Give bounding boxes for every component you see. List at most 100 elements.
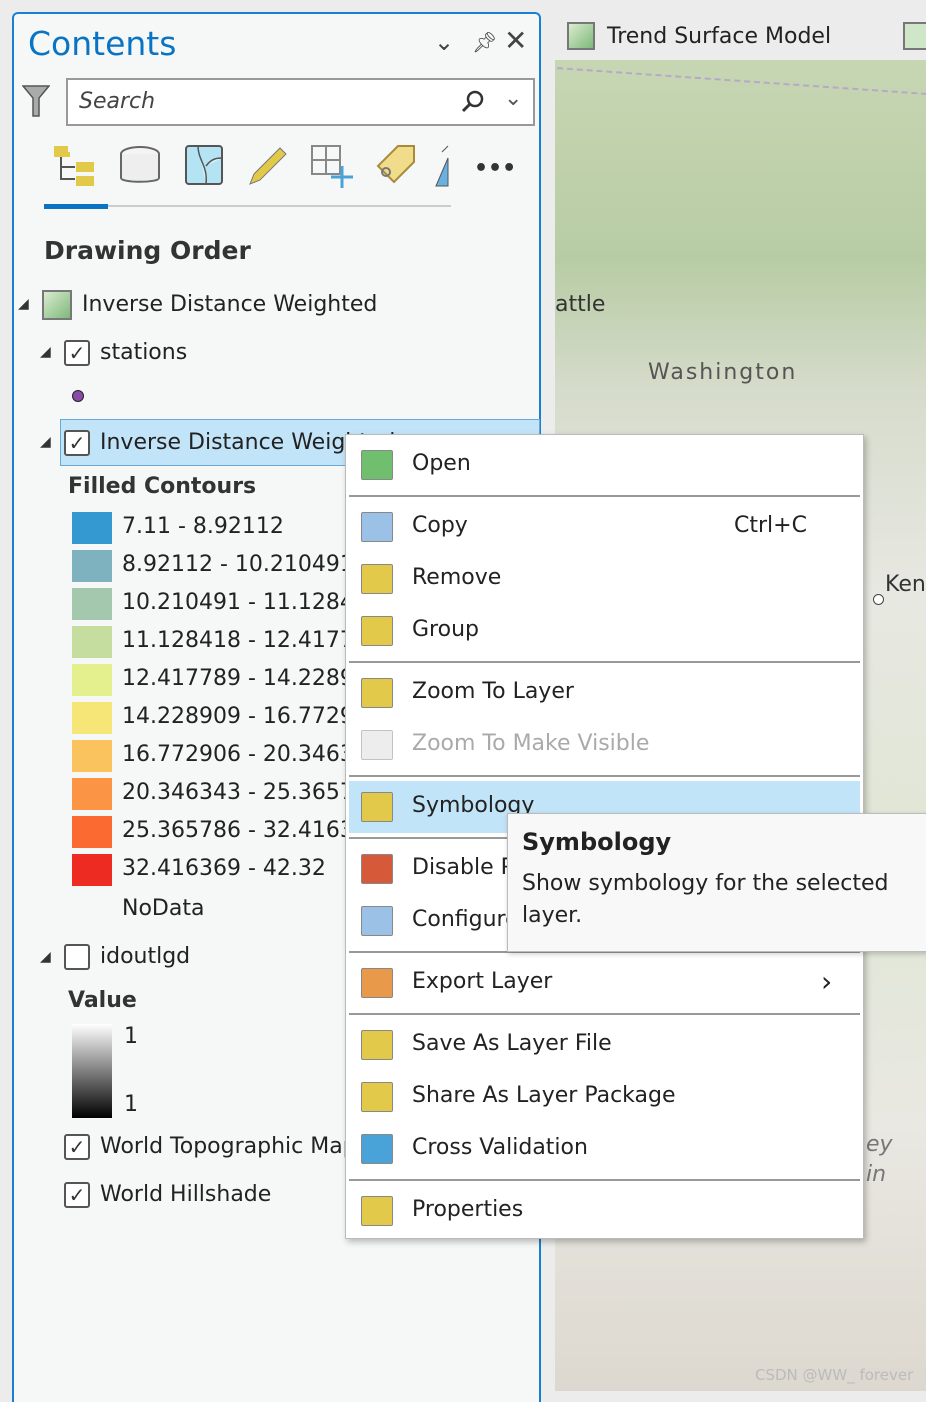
collapse-icon[interactable]: ◢: [40, 949, 51, 965]
value-high: 1: [124, 1024, 138, 1049]
menu-item-label: Zoom To Layer: [412, 679, 574, 704]
legend-swatch: [72, 512, 112, 544]
share-package-icon: [361, 1082, 393, 1112]
legend-swatch: [72, 816, 112, 848]
list-by-perspective-icon[interactable]: [434, 144, 450, 188]
menu-separator: [349, 775, 860, 777]
menu-item-group[interactable]: Group: [349, 605, 860, 657]
legend-label: 14.228909 - 16.772906: [122, 704, 382, 729]
chevron-down-icon[interactable]: ⌄: [434, 28, 454, 56]
disable-popups-icon: [361, 854, 393, 884]
value-low: 1: [124, 1092, 138, 1117]
layer-name-idoutlgd[interactable]: idoutlgd: [100, 944, 190, 969]
topo-checkbox[interactable]: ✓: [64, 1134, 90, 1160]
list-by-labeling-icon[interactable]: [374, 144, 416, 188]
menu-item-label: Zoom To Make Visible: [412, 731, 650, 756]
list-by-snapping-icon[interactable]: [310, 144, 353, 188]
map-tab-label: Trend Surface Model: [607, 24, 832, 49]
tooltip-title: Symbology: [522, 828, 672, 856]
boundary-line: [553, 67, 926, 143]
menu-item-save-as-layer-file[interactable]: Save As Layer File: [349, 1019, 860, 1071]
legend-label: 8.92112 - 10.210491: [122, 552, 354, 577]
hillshade-checkbox[interactable]: ✓: [64, 1182, 90, 1208]
map-icon: [42, 290, 72, 320]
legend-label: 32.416369 - 42.32: [122, 856, 326, 881]
zoom-visible-icon: [361, 730, 393, 760]
search-icon[interactable]: [460, 89, 486, 115]
menu-item-zoom-to-layer[interactable]: Zoom To Layer: [349, 667, 860, 719]
list-by-selection-icon[interactable]: [184, 144, 226, 188]
layer-name-map[interactable]: Inverse Distance Weighted: [82, 292, 377, 317]
close-icon[interactable]: ✕: [504, 24, 527, 57]
layer-name-stations[interactable]: stations: [100, 340, 187, 365]
legend-label: 12.417789 - 14.228909: [122, 666, 382, 691]
menu-separator: [349, 661, 860, 663]
legend-swatch: [72, 588, 112, 620]
menu-separator: [349, 1013, 860, 1015]
stations-checkbox[interactable]: ✓: [64, 340, 90, 366]
map-label: in: [866, 1162, 887, 1187]
menu-separator: [349, 1179, 860, 1181]
list-by-editing-icon[interactable]: [246, 144, 288, 188]
more-icon[interactable]: •••: [474, 156, 516, 181]
menu-item-properties[interactable]: Properties: [349, 1185, 860, 1237]
section-heading: Drawing Order: [44, 236, 251, 265]
group-icon: [361, 616, 393, 646]
menu-item-label: Remove: [412, 565, 502, 590]
copy-icon: [361, 512, 393, 542]
menu-item-cross-validation[interactable]: Cross Validation: [349, 1123, 860, 1175]
city-marker: [873, 594, 884, 605]
export-icon: [361, 968, 393, 998]
map-icon[interactable]: [903, 22, 926, 50]
legend-label: 10.210491 - 11.128418: [122, 590, 382, 615]
open-icon: [361, 450, 393, 480]
legend-title: Filled Contours: [68, 474, 257, 499]
menu-item-export-layer[interactable]: Export Layer ›: [349, 957, 860, 1009]
save-layer-icon: [361, 1030, 393, 1060]
map-label: Washington: [648, 360, 798, 385]
menu-item-label: Export Layer: [412, 969, 553, 994]
idw-checkbox[interactable]: ✓: [64, 430, 90, 456]
legend-swatch: [72, 626, 112, 658]
list-by-source-icon[interactable]: [118, 144, 160, 188]
list-by-drawing-order-icon[interactable]: [52, 144, 94, 188]
legend-swatch: [72, 854, 112, 886]
chevron-down-icon[interactable]: ⌄: [504, 86, 522, 111]
menu-item-zoom-to-make-visible[interactable]: Zoom To Make Visible: [349, 719, 860, 771]
nodata-label: NoData: [122, 896, 205, 921]
tooltip-body: Show symbology for the selected layer.: [522, 871, 889, 928]
watermark: CSDN @WW_ forever: [755, 1366, 914, 1384]
legend-title: Value: [68, 988, 137, 1013]
menu-item-label: Copy: [412, 513, 468, 538]
menu-item-remove[interactable]: Remove: [349, 553, 860, 605]
collapse-icon[interactable]: ◢: [40, 434, 51, 450]
gradient-ramp: [72, 1024, 112, 1118]
legend-label: 7.11 - 8.92112: [122, 514, 284, 539]
pane-title: Contents: [28, 24, 177, 63]
collapse-icon[interactable]: ◢: [40, 344, 51, 360]
legend-swatch: [72, 740, 112, 772]
cross-validation-icon: [361, 1134, 393, 1164]
menu-item-label: Group: [412, 617, 479, 642]
map-tab[interactable]: Trend Surface Model: [555, 16, 926, 60]
zoom-to-layer-icon: [361, 678, 393, 708]
search-input[interactable]: Search ⌄: [66, 78, 535, 126]
menu-item-label: Properties: [412, 1197, 524, 1222]
search-placeholder: Search: [79, 89, 156, 114]
filter-icon[interactable]: [22, 84, 50, 118]
symbology-icon: [361, 792, 393, 822]
layer-name-topo[interactable]: World Topographic Map: [100, 1134, 357, 1159]
collapse-icon[interactable]: ◢: [18, 296, 29, 312]
menu-item-label: Cross Validation: [412, 1135, 588, 1160]
shortcut-label: Ctrl+C: [734, 513, 807, 538]
idoutlgd-checkbox[interactable]: [64, 944, 90, 970]
menu-item-open[interactable]: Open: [349, 439, 860, 491]
menu-item-copy[interactable]: Copy Ctrl+C: [349, 501, 860, 553]
pin-icon[interactable]: 📌︎: [472, 30, 497, 54]
legend-swatch: [72, 664, 112, 696]
layer-name-hillshade[interactable]: World Hillshade: [100, 1182, 271, 1207]
menu-item-share-as-layer-package[interactable]: Share As Layer Package: [349, 1071, 860, 1123]
legend-swatch: [72, 778, 112, 810]
configure-popups-icon: [361, 906, 393, 936]
properties-icon: [361, 1196, 393, 1226]
